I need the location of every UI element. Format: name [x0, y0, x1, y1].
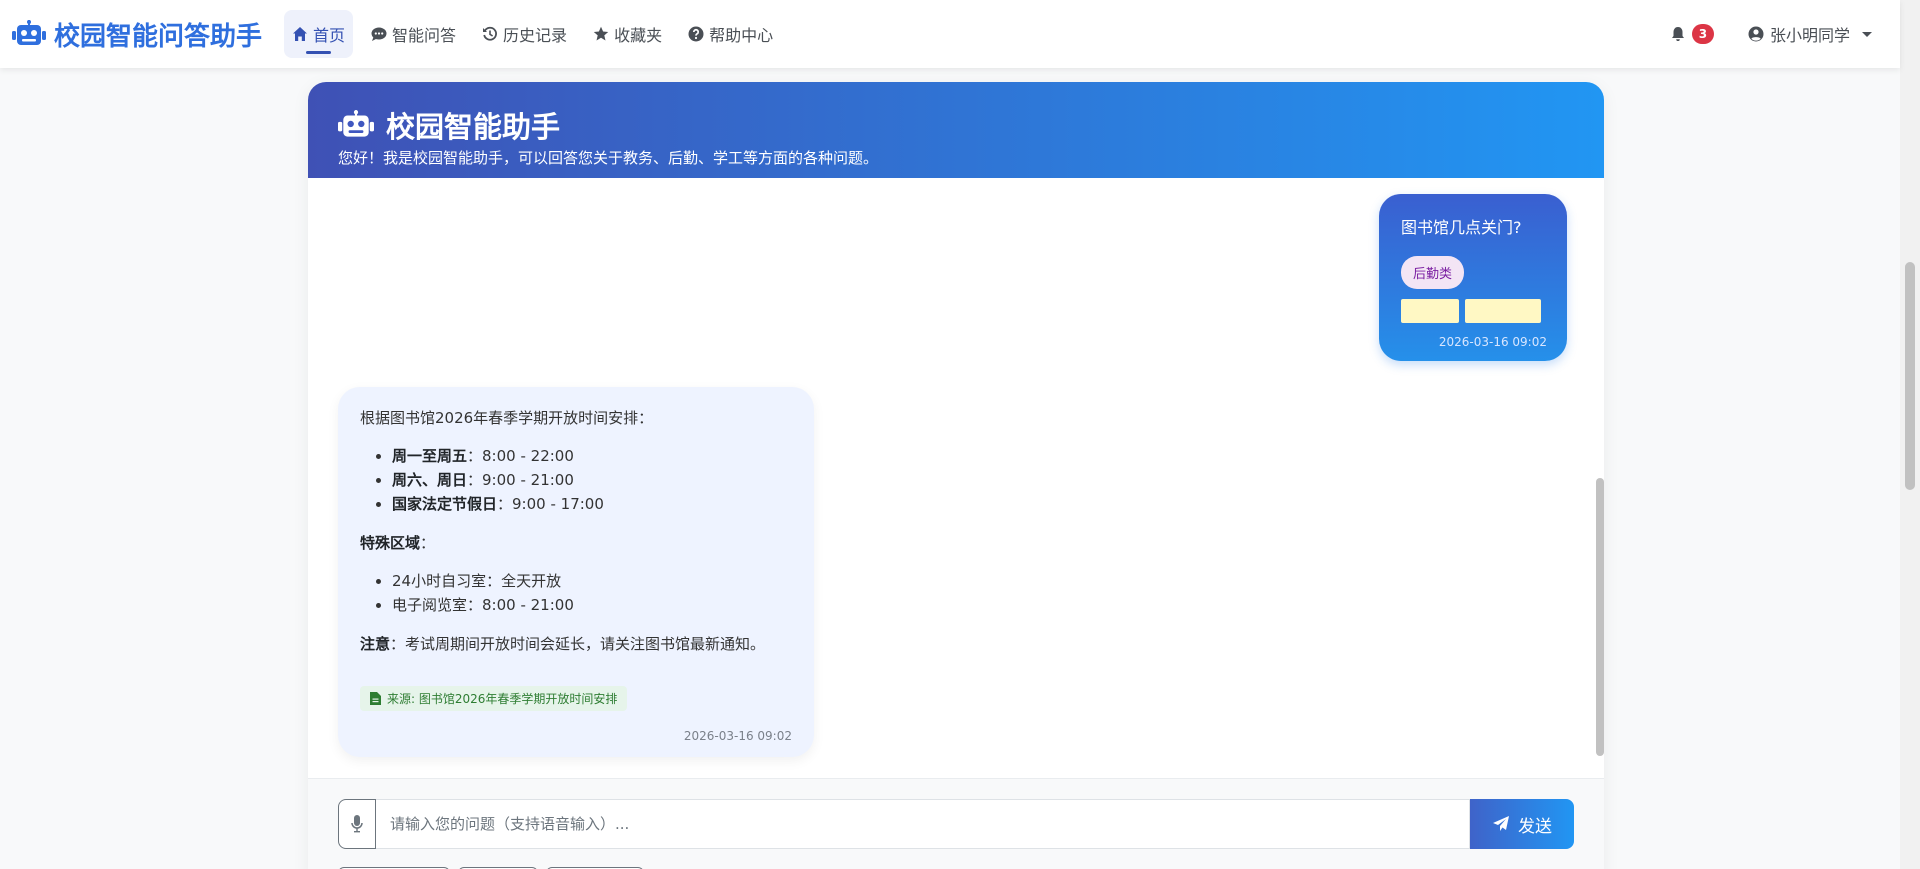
message-timestamp: 2026-03-16 09:02	[1438, 335, 1547, 349]
nav-item-home[interactable]: 首页	[284, 10, 354, 58]
keyword-tag[interactable]	[1401, 299, 1459, 323]
robot-icon	[12, 20, 46, 45]
source-text: 来源: 图书馆2026年春季学期开放时间安排	[387, 692, 618, 706]
source-link[interactable]: 来源: 图书馆2026年春季学期开放时间安排	[360, 686, 628, 711]
page-scrollbar-thumb[interactable]	[1905, 262, 1915, 490]
nav-item-help[interactable]: 帮助中心	[680, 10, 781, 58]
nav-item-label: 首页	[313, 26, 346, 45]
list-item: 24小时自习室：全天开放	[392, 569, 792, 593]
nav-item-history[interactable]: 历史记录	[474, 10, 575, 58]
question-input[interactable]	[376, 799, 1470, 849]
brand-name: 校园智能问答助手	[54, 21, 263, 52]
user-circle-icon	[1748, 26, 1764, 42]
robot-icon	[338, 110, 374, 137]
nav-item-favorites[interactable]: 收藏夹	[585, 10, 670, 58]
file-icon	[370, 692, 381, 705]
nav-item-label: 历史记录	[503, 26, 568, 45]
bot-intro-text: 根据图书馆2026年春季学期开放时间安排：	[360, 409, 654, 427]
user-menu-dropdown[interactable]: 张小明同学	[1748, 22, 1872, 46]
category-badge: 后勤类	[1401, 256, 1465, 289]
nav-item-label: 帮助中心	[709, 26, 774, 45]
notifications-button[interactable]: 3	[1670, 24, 1714, 44]
keyword-tags	[1401, 299, 1547, 323]
bell-icon	[1671, 27, 1684, 41]
user-name: 张小明同学	[1769, 26, 1850, 45]
chat-title: 校园智能助手	[386, 110, 561, 144]
list-item: 周一至周五：8:00 - 22:00	[392, 444, 792, 468]
user-message-bubble: 图书馆几点关门? 后勤类 2026-03-16 09:02	[1379, 194, 1567, 361]
list-item: 电子阅览室：8:00 - 21:00	[392, 593, 792, 617]
paper-plane-icon	[1493, 816, 1509, 831]
nav-item-label: 收藏夹	[614, 26, 663, 45]
home-icon	[293, 27, 308, 41]
question-circle-icon	[688, 26, 704, 42]
star-icon	[593, 26, 609, 41]
message-input-group: 发送	[338, 799, 1574, 849]
note-text: 注意：考试周期间开放时间会延长，请关注图书馆最新通知。	[360, 635, 766, 653]
special-areas-list: 24小时自习室：全天开放 电子阅览室：8:00 - 21:00	[392, 569, 792, 617]
bot-message-bubble: 根据图书馆2026年春季学期开放时间安排： 周一至周五：8:00 - 22:00…	[338, 387, 814, 757]
send-button[interactable]: 发送	[1470, 799, 1574, 849]
top-navbar: 校园智能问答助手 首页 智能问答 历史记录 收藏夹 帮助中心 3 张小明同学	[0, 0, 1900, 68]
list-item: 周六、周日：9:00 - 21:00	[392, 468, 792, 492]
list-item: 国家法定节假日：9:00 - 17:00	[392, 492, 792, 516]
nav-item-label: 智能问答	[392, 26, 457, 45]
chat-card: 校园智能助手 您好！我是校园智能助手，可以回答您关于教务、后勤、学工等方面的各种…	[308, 82, 1604, 869]
input-area: 发送	[308, 778, 1604, 869]
notification-count-badge: 3	[1691, 24, 1714, 44]
nav-item-smart-qa[interactable]: 智能问答	[363, 10, 464, 58]
send-label: 发送	[1518, 816, 1552, 837]
nav-right: 3 张小明同学	[1670, 22, 1872, 46]
special-areas-heading: 特殊区域：	[360, 534, 436, 552]
chevron-down-icon	[1862, 31, 1872, 37]
chat-subtitle: 您好！我是校园智能助手，可以回答您关于教务、后勤、学工等方面的各种问题。	[338, 149, 879, 167]
page-scrollbar[interactable]	[1900, 0, 1920, 869]
voice-input-button[interactable]	[338, 799, 376, 849]
keyword-tag[interactable]	[1465, 299, 1541, 323]
user-message-text: 图书馆几点关门?	[1401, 218, 1522, 237]
history-icon	[483, 26, 497, 41]
brand-logo[interactable]: 校园智能问答助手	[12, 16, 262, 53]
chat-header: 校园智能助手 您好！我是校园智能助手，可以回答您关于教务、后勤、学工等方面的各种…	[308, 82, 1604, 178]
chat-scrollbar[interactable]	[1596, 188, 1604, 772]
nav-menu: 首页 智能问答 历史记录 收藏夹 帮助中心	[284, 0, 791, 68]
microphone-icon	[351, 815, 363, 833]
message-timestamp: 2026-03-16 09:02	[683, 729, 792, 743]
hours-list: 周一至周五：8:00 - 22:00 周六、周日：9:00 - 21:00 国家…	[392, 444, 792, 516]
chat-messages[interactable]: 图书馆几点关门? 后勤类 2026-03-16 09:02 根据图书馆2026年…	[308, 178, 1604, 860]
comment-dots-icon	[371, 27, 387, 41]
chat-scrollbar-thumb[interactable]	[1596, 478, 1604, 756]
